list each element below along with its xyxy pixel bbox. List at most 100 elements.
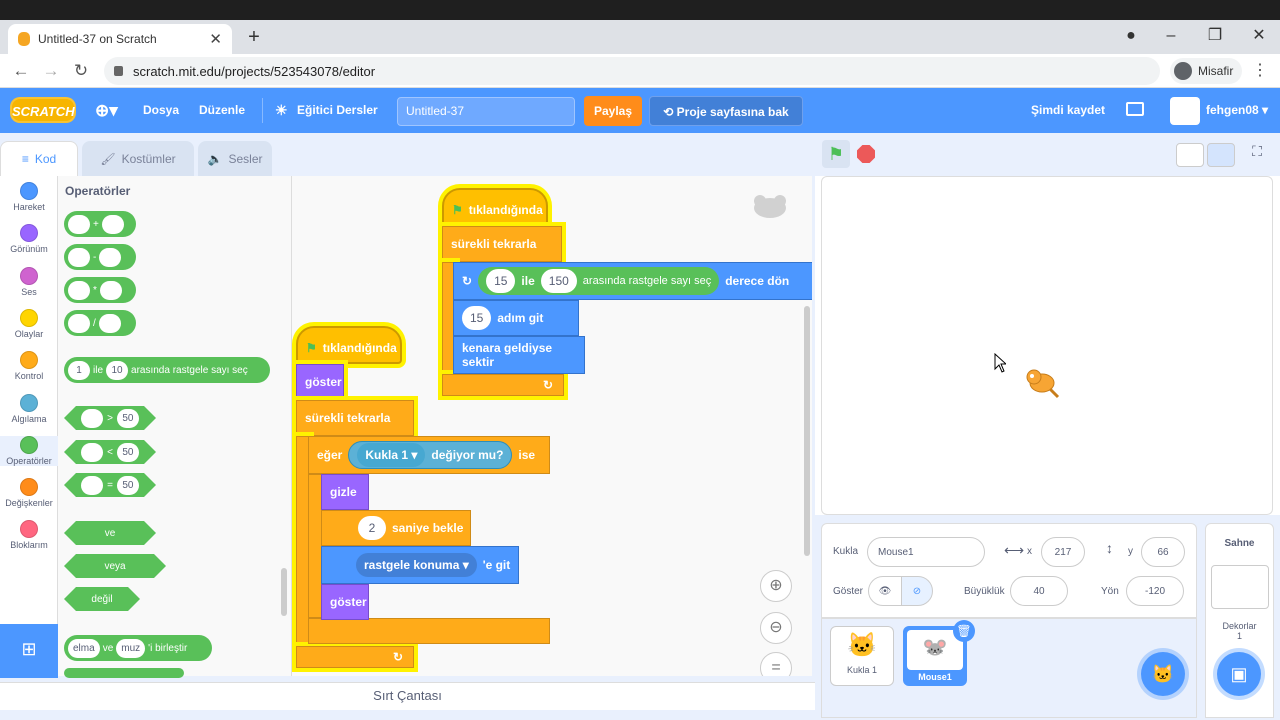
greater-than-block[interactable]: >50 bbox=[64, 406, 156, 430]
forward-icon[interactable]: → bbox=[38, 58, 64, 84]
bounce-block[interactable]: kenara geldiyse sektir bbox=[453, 336, 585, 374]
tutorials-menu[interactable]: Eğitici Dersler bbox=[297, 88, 378, 133]
size-input[interactable]: 40 bbox=[1010, 576, 1068, 606]
category-2[interactable]: Ses bbox=[0, 266, 58, 297]
turn-random-to[interactable]: 150 bbox=[540, 269, 577, 293]
goto-dropdown[interactable]: rastgele konuma ▾ bbox=[356, 553, 477, 577]
delete-sprite-icon[interactable]: 🗑 bbox=[953, 620, 975, 642]
join-block[interactable]: elma ve muz'i birleştir bbox=[64, 635, 212, 661]
forever-block-2[interactable]: sürekli tekrarla bbox=[296, 400, 414, 436]
subtract-block[interactable]: - bbox=[64, 244, 136, 270]
backdrop-thumbnail[interactable] bbox=[1210, 565, 1269, 609]
share-button[interactable]: Paylaş bbox=[584, 96, 642, 126]
and-block[interactable]: ve bbox=[64, 521, 156, 545]
show-hidden-button[interactable]: ⊘ bbox=[901, 576, 933, 606]
direction-input[interactable]: -120 bbox=[1126, 576, 1184, 606]
turn-random-from[interactable]: 15 bbox=[486, 269, 516, 293]
equals-block[interactable]: = 50 bbox=[64, 473, 156, 497]
goto-block[interactable]: rastgele konuma ▾ 'e git bbox=[321, 546, 519, 584]
category-8[interactable]: Bloklarım bbox=[0, 520, 58, 550]
wait-block[interactable]: 2 saniye bekle bbox=[321, 510, 471, 546]
new-tab-icon[interactable]: + bbox=[244, 26, 264, 48]
tab-sounds[interactable]: 🔈 Sesler bbox=[198, 141, 272, 176]
not-block[interactable]: değil bbox=[64, 587, 140, 611]
show-visible-button[interactable]: 👁 bbox=[868, 576, 902, 606]
add-block[interactable]: + bbox=[64, 211, 136, 237]
forever-block-1[interactable]: sürekli tekrarla bbox=[442, 226, 562, 262]
show-block[interactable]: göster bbox=[296, 364, 344, 400]
profile-button[interactable]: Misafir bbox=[1170, 58, 1242, 84]
small-stage-icon[interactable] bbox=[1176, 143, 1204, 167]
move-steps-value[interactable]: 15 bbox=[462, 306, 492, 330]
file-menu[interactable]: Dosya bbox=[143, 88, 179, 133]
url-bar[interactable]: scratch.mit.edu/projects/523543078/edito… bbox=[104, 57, 1160, 85]
add-extension-button[interactable]: ⊞ bbox=[0, 624, 58, 678]
scratch-logo[interactable]: SCRATCH bbox=[10, 97, 76, 123]
normal-stage-icon[interactable] bbox=[1207, 143, 1235, 167]
choose-sprite-button[interactable]: 🐱 bbox=[1141, 652, 1185, 696]
palette-scrollbar[interactable] bbox=[281, 568, 287, 616]
letter-of-block[interactable] bbox=[64, 668, 184, 678]
category-5[interactable]: Algılama bbox=[0, 393, 58, 424]
random-to[interactable]: 10 bbox=[106, 360, 129, 380]
move-steps-block[interactable]: 15 adım git bbox=[453, 300, 579, 336]
fullscreen-icon[interactable]: ⛶ bbox=[1243, 143, 1271, 167]
project-title-input[interactable]: Untitled-37 bbox=[397, 97, 575, 126]
tab-costumes[interactable]: 🖌 Kostümler bbox=[82, 141, 194, 176]
tutorials-bulb-icon[interactable]: ☀ bbox=[275, 88, 288, 133]
y-input[interactable]: 66 bbox=[1141, 537, 1185, 567]
browser-tab[interactable]: Untitled-37 on Scratch ✕ bbox=[8, 24, 232, 54]
choose-backdrop-button[interactable]: ▣ bbox=[1217, 652, 1261, 696]
flag-clicked-hat-block-2[interactable]: ⚑ tıklandığında bbox=[296, 326, 402, 364]
hide-block[interactable]: gizle bbox=[321, 474, 369, 510]
backpack-bar[interactable]: Sırt Çantası bbox=[0, 682, 815, 710]
zoom-reset-icon[interactable]: = bbox=[760, 652, 792, 676]
category-7[interactable]: Değişkenler bbox=[0, 478, 58, 508]
script-scrollbar[interactable] bbox=[804, 306, 810, 556]
x-input[interactable]: 217 bbox=[1041, 537, 1085, 567]
category-0[interactable]: Hareket bbox=[0, 182, 58, 212]
green-flag-button[interactable]: ⚑ bbox=[822, 140, 850, 168]
multiply-block[interactable]: * bbox=[64, 277, 136, 303]
less-than-block[interactable]: <50 bbox=[64, 440, 156, 464]
show-block-2[interactable]: göster bbox=[321, 584, 369, 620]
random-block[interactable]: 1 ile 10 arasında rastgele sayı seç bbox=[64, 357, 270, 383]
gt-value[interactable]: 50 bbox=[117, 409, 139, 428]
user-avatar[interactable] bbox=[1170, 97, 1200, 125]
close-tab-icon[interactable]: ✕ bbox=[209, 30, 222, 48]
reload-icon[interactable]: ↻ bbox=[68, 58, 94, 84]
touching-reporter[interactable]: Kukla 1 ▾ değiyor mu? bbox=[348, 441, 513, 469]
wait-seconds[interactable]: 2 bbox=[358, 516, 386, 540]
see-project-page-button[interactable]: ⟲ Proje sayfasına bak bbox=[649, 96, 803, 126]
media-control-icon[interactable]: ● bbox=[1116, 24, 1146, 48]
tab-code[interactable]: ≡ Kod bbox=[0, 141, 78, 176]
close-window-icon[interactable]: ✕ bbox=[1244, 24, 1274, 48]
back-icon[interactable]: ← bbox=[8, 58, 34, 84]
or-block[interactable]: veya bbox=[64, 554, 166, 578]
restore-icon[interactable]: ❐ bbox=[1200, 24, 1230, 48]
lt-value[interactable]: 50 bbox=[117, 443, 139, 462]
category-1[interactable]: Görünüm bbox=[0, 224, 58, 254]
category-3[interactable]: Olaylar bbox=[0, 308, 58, 339]
stage-canvas[interactable] bbox=[821, 176, 1273, 515]
username-menu[interactable]: fehgen08 ▾ bbox=[1206, 88, 1268, 133]
category-4[interactable]: Kontrol bbox=[0, 351, 58, 381]
zoom-in-icon[interactable]: ⊕ bbox=[760, 570, 792, 602]
edit-menu[interactable]: Düzenle bbox=[199, 88, 245, 133]
language-globe-icon[interactable]: ⊕▾ bbox=[95, 88, 118, 133]
touching-sprite-dropdown[interactable]: Kukla 1 ▾ bbox=[357, 443, 426, 467]
stop-button[interactable] bbox=[857, 145, 875, 163]
random-from[interactable]: 1 bbox=[68, 360, 90, 380]
category-6[interactable]: Operatörler bbox=[0, 435, 58, 466]
if-block[interactable]: eğer Kukla 1 ▾ değiyor mu? ise bbox=[308, 436, 550, 474]
save-now-link[interactable]: Şimdi kaydet bbox=[1031, 88, 1105, 133]
flag-clicked-hat-block-1[interactable]: ⚑ tıklandığında bbox=[442, 188, 548, 226]
cat-sprite-icon[interactable] bbox=[1020, 359, 1064, 403]
divide-block[interactable]: / bbox=[64, 310, 136, 336]
sprite-name-input[interactable]: Mouse1 bbox=[867, 537, 985, 567]
sprite-thumb-kukla1[interactable]: 🐱 Kukla 1 bbox=[830, 626, 894, 686]
zoom-out-icon[interactable]: ⊖ bbox=[760, 612, 792, 644]
turn-block[interactable]: ↻ 15 ile 150 arasında rastgele sayı seç … bbox=[453, 262, 812, 300]
my-stuff-folder-icon[interactable] bbox=[1126, 102, 1144, 116]
browser-menu-icon[interactable]: ⋮ bbox=[1250, 58, 1270, 84]
